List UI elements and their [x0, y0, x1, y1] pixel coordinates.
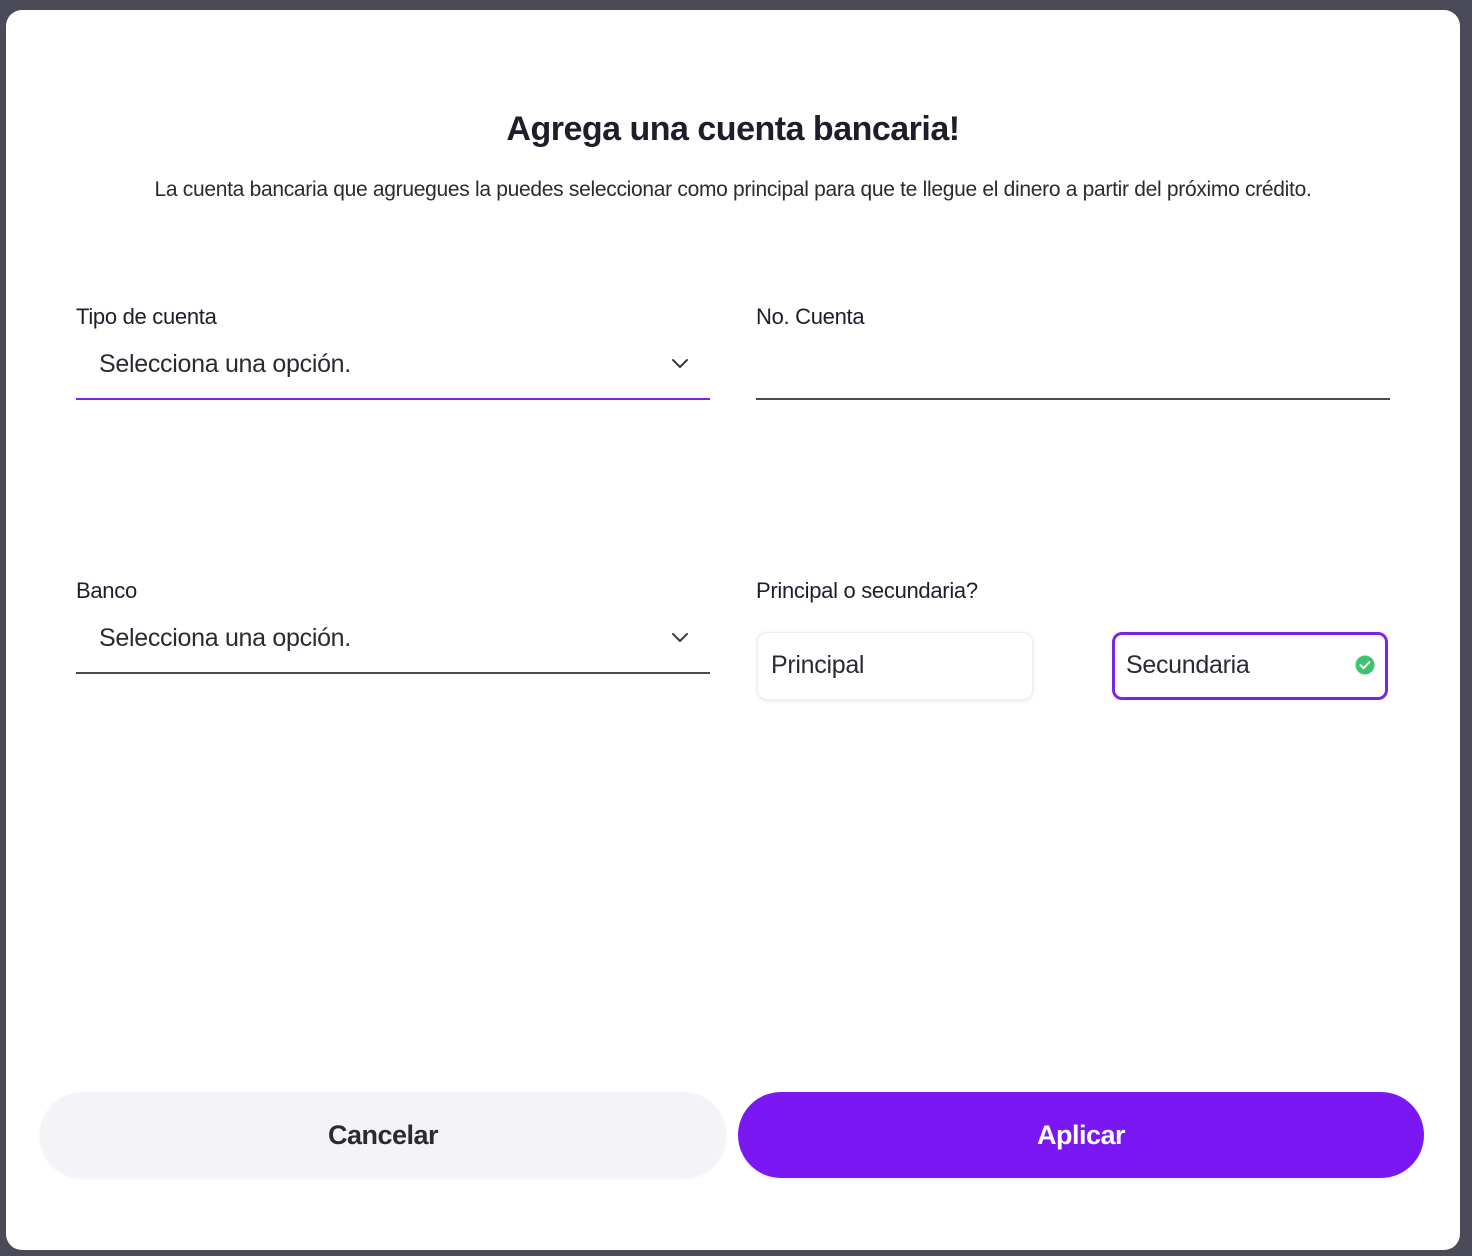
- bank-field: Banco Selecciona una opción.: [76, 576, 710, 686]
- add-bank-account-dialog: Agrega una cuenta bancaria! La cuenta ba…: [6, 10, 1460, 1250]
- dialog-title: Agrega una cuenta bancaria!: [506, 110, 960, 148]
- account-type-select[interactable]: Selecciona una opción.: [76, 342, 710, 400]
- bank-value: Selecciona una opción.: [99, 624, 351, 652]
- bank-select[interactable]: Selecciona una opción.: [76, 616, 710, 674]
- priority-option-principal[interactable]: Principal: [757, 632, 1033, 700]
- priority-option-label: Principal: [771, 651, 865, 679]
- cancel-button[interactable]: Cancelar: [40, 1092, 726, 1178]
- account-type-label: Tipo de cuenta: [76, 304, 217, 329]
- priority-option-label: Secundaria: [1126, 651, 1250, 679]
- apply-button[interactable]: Aplicar: [738, 1092, 1424, 1178]
- chevron-down-icon: [672, 359, 688, 368]
- account-number-label: No. Cuenta: [756, 304, 865, 329]
- account-number-input[interactable]: [756, 342, 1390, 400]
- account-type-field: Tipo de cuenta Selecciona una opción.: [76, 302, 710, 412]
- check-circle-icon: [1355, 655, 1375, 675]
- bank-label: Banco: [76, 578, 137, 603]
- dialog-subtitle: La cuenta bancaria que agruegues la pued…: [154, 178, 1312, 201]
- priority-label: Principal o secundaria?: [756, 578, 978, 603]
- priority-option-secundaria[interactable]: Secundaria: [1112, 632, 1388, 700]
- chevron-down-icon: [672, 633, 688, 642]
- account-number-field: No. Cuenta: [756, 302, 1390, 412]
- account-type-value: Selecciona una opción.: [99, 350, 351, 378]
